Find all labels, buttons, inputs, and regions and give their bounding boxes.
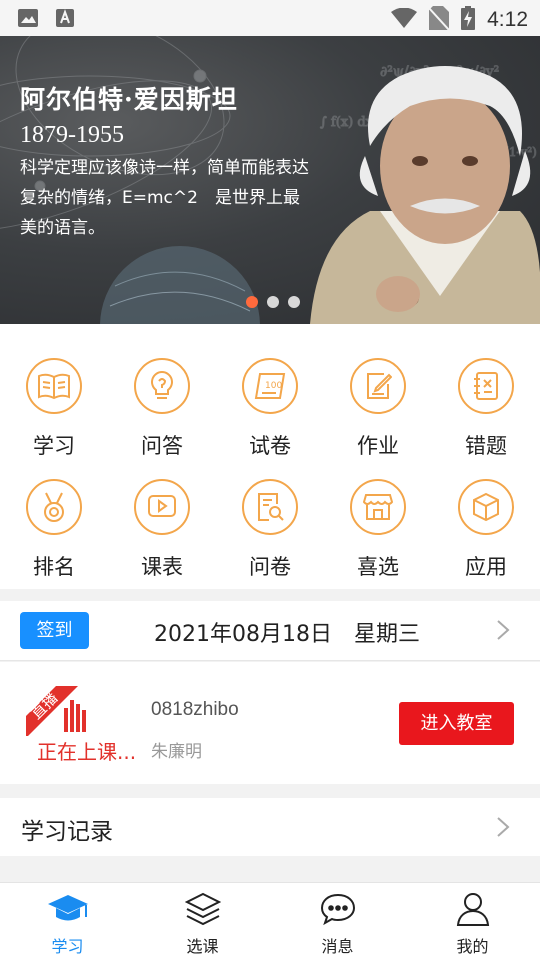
svg-text:100: 100 [265,381,282,391]
current-date: 2021年08月18日 星期三 [154,622,420,647]
banner-years: 1879-1955 [20,122,124,148]
sign-in-row[interactable]: 签到 2021年08月18日 星期三 [0,601,540,661]
wifi-icon [391,7,418,32]
study-record-label: 学习记录 [21,819,113,845]
lightbulb-icon [134,358,190,414]
homework-icon [350,358,406,414]
tab-label: 我的 [456,937,489,956]
carousel-dot[interactable] [288,296,300,308]
medal-icon [26,479,82,535]
layers-icon [135,889,270,929]
banner-name: 阿尔伯特·爱因斯坦 [20,85,238,114]
grid-item-schedule[interactable]: 课表 [108,479,216,581]
banner-carousel[interactable]: ∂²ψ/∂x² + ∂²ψ/∂y² ∫ f(x) dx γ = 1/√(1-v²… [0,36,540,324]
carousel-dot[interactable] [246,296,258,308]
image-icon [18,9,38,31]
svg-text:∫ f(x) dx: ∫ f(x) dx [320,115,374,130]
tab-messages[interactable]: 消息 [270,889,405,957]
enter-classroom-button[interactable]: 进入教室 [399,702,514,745]
grid-label: 错题 [465,434,507,458]
status-bar: 4:12 [0,0,540,36]
banner-caption: 阿尔伯特·爱因斯坦 1879-1955 科学定理应该像诗一样，简单而能表达复杂的… [20,80,312,243]
tab-profile[interactable]: 我的 [405,889,540,957]
study-record-row[interactable]: 学习记录 [0,798,540,856]
no-sim-icon [428,6,450,34]
chevron-right-icon[interactable] [496,619,510,645]
grid-item-ranking[interactable]: 排名 [0,479,108,581]
grid-label: 应用 [465,555,507,579]
tab-courses[interactable]: 选课 [135,889,270,957]
grid-label: 问卷 [249,555,291,579]
tab-label: 消息 [321,937,354,956]
feature-grid: 学习 问答 100 试卷 作业 错题 排名 课表 问卷 喜选 应用 [0,324,540,589]
status-time: 4:12 [487,8,528,31]
grid-label: 问答 [141,434,183,458]
cube-icon [458,479,514,535]
live-class-title: 0818zhibo [151,699,239,720]
grid-item-homework[interactable]: 作业 [324,358,432,460]
grid-label: 试卷 [249,434,291,458]
grid-label: 作业 [357,434,399,458]
grid-label: 课表 [141,555,183,579]
grid-item-apps[interactable]: 应用 [432,479,540,581]
store-icon [350,479,406,535]
sign-in-button[interactable]: 签到 [20,612,89,649]
banner-quote: 科学定理应该像诗一样，简单而能表达复杂的情绪，E=mc^2 是世界上最美的语言。 [20,158,309,238]
teacher-name: 朱廉明 [151,742,202,762]
wrong-questions-icon [458,358,514,414]
grid-item-survey[interactable]: 问卷 [216,479,324,581]
carousel-dot[interactable] [267,296,279,308]
chat-bubble-icon [270,889,405,929]
grid-label: 排名 [33,555,75,579]
exam-paper-icon: 100 [242,358,298,414]
book-icon [26,358,82,414]
tab-label: 选课 [186,937,219,956]
grid-item-exam[interactable]: 100 试卷 [216,358,324,460]
carousel-indicator [246,296,300,308]
play-video-icon [134,479,190,535]
graduation-cap-icon [0,889,135,929]
grid-item-mistakes[interactable]: 错题 [432,358,540,460]
live-class-card[interactable]: 直播 正在上课... 0818zhibo 朱廉明 进入教室 [0,662,540,784]
grid-item-study[interactable]: 学习 [0,358,108,460]
tab-study[interactable]: 学习 [0,889,135,957]
battery-charging-icon [461,6,476,34]
survey-icon [242,479,298,535]
keyboard-a-icon [56,9,74,31]
grid-label: 喜选 [357,555,399,579]
live-status: 正在上课... [37,740,137,764]
user-icon [405,889,540,929]
grid-item-qa[interactable]: 问答 [108,358,216,460]
grid-item-select[interactable]: 喜选 [324,479,432,581]
live-badge: 直播 [26,686,86,736]
chevron-right-icon[interactable] [496,816,510,842]
tab-label: 学习 [51,937,84,956]
bottom-tab-bar: 学习 选课 消息 我的 [0,882,540,960]
grid-label: 学习 [33,434,75,458]
